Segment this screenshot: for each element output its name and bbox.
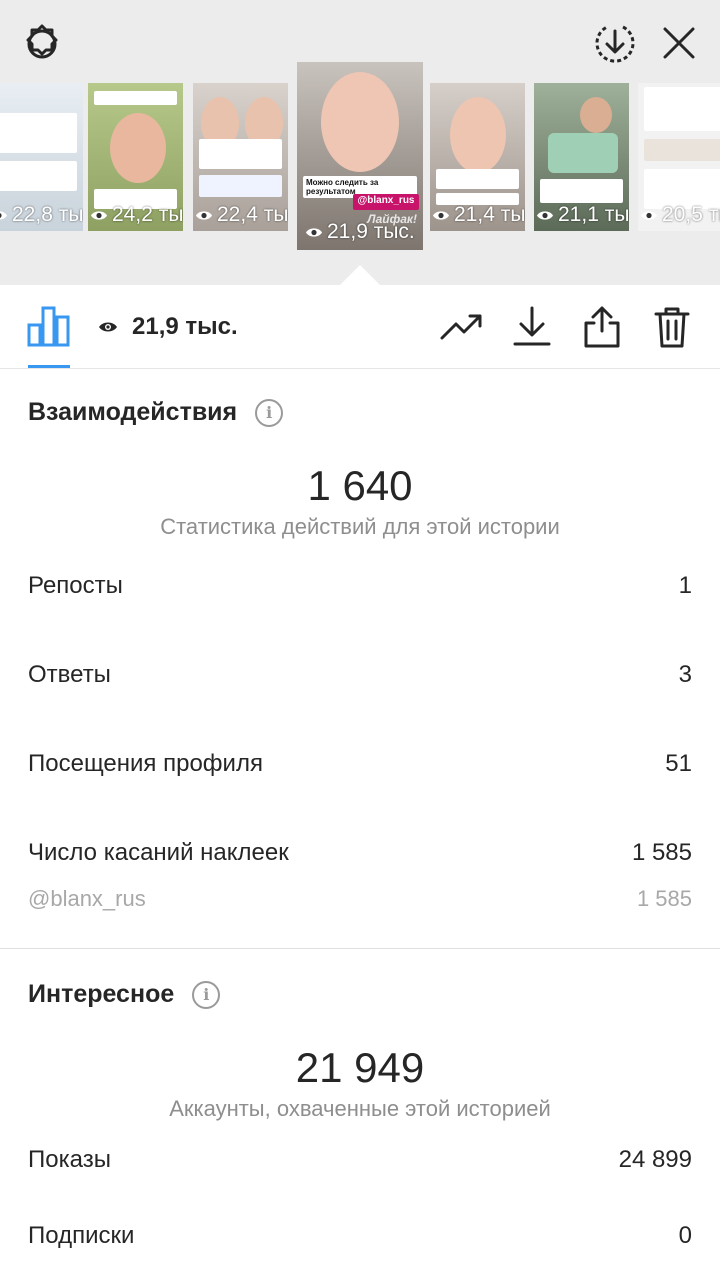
story-thumbnail[interactable]: 22,8 тыс.: [0, 83, 83, 231]
story-views: 21,9 тыс.: [305, 220, 415, 244]
story-thumbnails: 22,8 тыс. 24,2 тыс. 22,4 тыс.: [0, 62, 720, 254]
eye-icon: [196, 210, 212, 220]
stat-label: Число касаний наклеек: [28, 839, 289, 866]
eye-icon: [537, 210, 553, 220]
views-summary: 21,9 тыс.: [98, 313, 238, 341]
discovery-caption: Аккаунты, охваченные этой историей: [169, 1096, 551, 1121]
stat-row-profile-visits: Посещения профиля 51: [28, 750, 692, 778]
delete-button[interactable]: [650, 305, 694, 349]
story-thumbnail-selected[interactable]: Можно следить за результатом @blanx_rus …: [297, 62, 423, 250]
selection-pointer: [340, 265, 380, 285]
stat-row-reposts: Репосты 1: [28, 572, 692, 600]
story-thumbnail[interactable]: 22,4 тыс.: [193, 83, 288, 231]
story-thumbnail[interactable]: 24,2 тыс.: [88, 83, 183, 231]
eye-icon: [99, 322, 117, 332]
interactions-section-title: Взаимодействия i: [28, 398, 284, 427]
info-icon[interactable]: i: [255, 398, 284, 427]
save-button[interactable]: [510, 305, 554, 349]
section-divider: [0, 948, 720, 949]
interactions-caption: Статистика действий для этой истории: [160, 514, 560, 539]
story-views: 24,2 тыс.: [90, 203, 183, 227]
eye-icon: [0, 210, 7, 220]
stat-value: 51: [665, 750, 692, 777]
stat-label: Репосты: [28, 572, 123, 599]
stat-label: Посещения профиля: [28, 750, 263, 777]
discovery-section-title: Интересное i: [28, 980, 221, 1009]
insights-tab[interactable]: [26, 303, 72, 349]
stat-row-replies: Ответы 3: [28, 661, 692, 689]
stat-value: 0: [678, 1222, 692, 1249]
stat-row-follows: Подписки 0: [28, 1222, 692, 1250]
bar-chart-icon: [27, 306, 70, 347]
story-tag: @blanx_rus: [353, 194, 419, 210]
download-icon: [513, 306, 551, 346]
stat-value: 1 585: [636, 886, 692, 911]
info-icon[interactable]: i: [192, 980, 221, 1009]
stat-label: Показы: [28, 1146, 111, 1173]
stat-label: @blanx_rus: [28, 886, 146, 911]
interactions-total: 1 640: [307, 462, 413, 509]
story-thumbnail[interactable]: 21,1 тыс.: [534, 83, 629, 231]
download-story-button[interactable]: [590, 18, 640, 68]
story-thumbnail[interactable]: 20,5 тыс.: [638, 83, 720, 231]
share-icon: [584, 306, 620, 348]
share-button[interactable]: [580, 305, 624, 349]
close-button[interactable]: [656, 20, 702, 66]
stat-value: 1 585: [631, 839, 692, 866]
trash-icon: [654, 307, 690, 348]
stat-row-impressions: Показы 24 899: [28, 1146, 692, 1174]
gear-icon: [26, 24, 58, 59]
eye-icon: [306, 227, 322, 237]
stat-label: Подписки: [28, 1222, 135, 1249]
story-views: 22,8 тыс.: [0, 203, 83, 227]
story-views: 22,4 тыс.: [195, 203, 288, 227]
stat-row-sticker-taps: Число касаний наклеек 1 585: [28, 839, 692, 867]
active-tab-indicator: [28, 365, 70, 368]
eye-icon: [641, 210, 657, 220]
eye-icon: [433, 210, 449, 220]
stat-row-sticker-mention: @blanx_rus 1 585: [28, 886, 692, 912]
promote-button[interactable]: [440, 305, 484, 349]
discovery-total: 21 949: [295, 1044, 425, 1091]
story-views: 21,4 тыс.: [432, 203, 525, 227]
story-views: 20,5 тыс.: [640, 203, 720, 227]
trending-up-icon: [440, 314, 482, 340]
eye-icon: [91, 210, 107, 220]
stat-value: 3: [678, 661, 692, 688]
story-thumbnail[interactable]: 21,4 тыс.: [430, 83, 525, 231]
story-views: 21,1 тыс.: [536, 203, 629, 227]
stat-value: 24 899: [618, 1146, 692, 1173]
close-icon: [663, 27, 695, 59]
download-circle-icon: [595, 25, 635, 63]
story-toolbar: 21,9 тыс.: [0, 285, 720, 369]
settings-button[interactable]: [18, 20, 66, 68]
stat-value: 1: [678, 572, 692, 599]
story-strip-area: 22,8 тыс. 24,2 тыс. 22,4 тыс.: [0, 0, 720, 285]
stat-label: Ответы: [28, 661, 111, 688]
